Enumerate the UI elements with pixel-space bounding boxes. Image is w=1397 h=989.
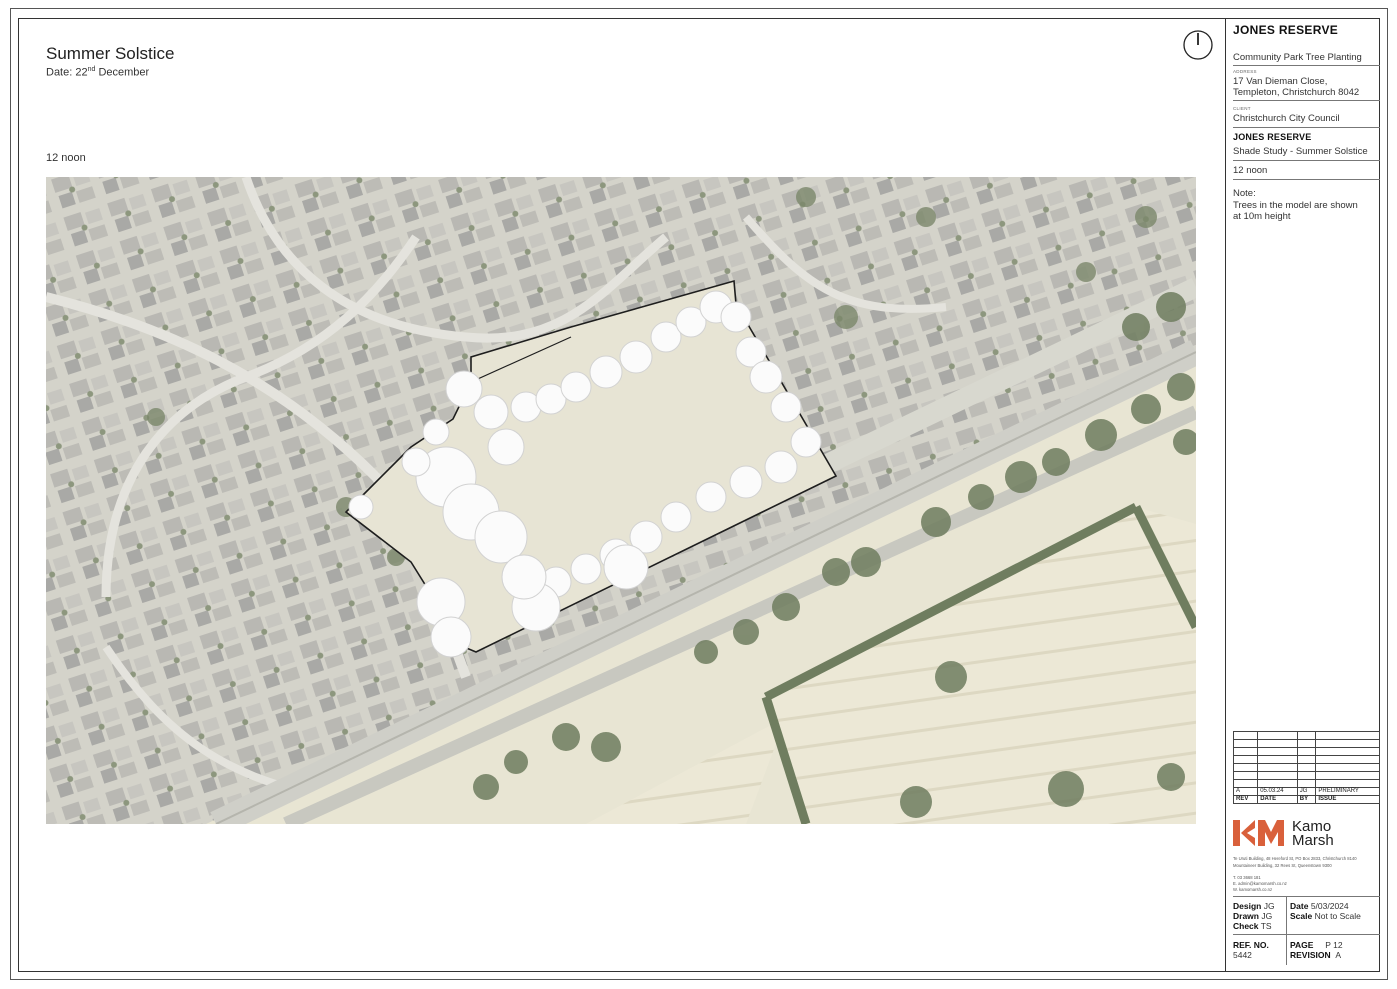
address-line-2: Templeton, Christchurch 8042: [1233, 87, 1360, 98]
revision-field: REVISION A: [1290, 950, 1342, 960]
company-web: W. kamomarsh.co.nz: [1233, 887, 1273, 892]
revision-header-row: REV DATE BY ISSUE: [1232, 795, 1380, 804]
check-field: Check TS: [1233, 921, 1272, 931]
ref-label: REF. NO.: [1233, 940, 1269, 950]
divider: [1286, 897, 1287, 965]
divider: [1233, 127, 1380, 128]
page-field: PAGE P 12: [1290, 940, 1343, 950]
drawn-field: Drawn JG: [1233, 911, 1273, 921]
company-phone: T. 03 3668 181: [1233, 875, 1261, 880]
divider: [1233, 896, 1380, 897]
sheet-project: JONES RESERVE: [1233, 132, 1312, 142]
scale-field: Scale Not to Scale: [1290, 911, 1361, 921]
drawing-date: Date: 22nd December: [46, 66, 150, 79]
revision-row: A 05.03.24 JG PRELIMINARY: [1232, 787, 1380, 796]
company-address-2: Mountaineer Building, 32 Rees St, Queens…: [1233, 863, 1332, 868]
company-address-1: Te Uruti Building, 48 Hereford St, PO Bo…: [1233, 856, 1357, 861]
sheet-title: Shade Study - Summer Solstice: [1233, 146, 1368, 157]
company-email: E. admin@kamomarsh.co.nz: [1233, 881, 1287, 886]
time-label: 12 noon: [46, 152, 86, 164]
company-name: Kamo Marsh: [1292, 818, 1334, 849]
design-field: Design JG: [1233, 901, 1275, 911]
divider: [1233, 934, 1380, 935]
divider: [1233, 160, 1380, 161]
divider: [1233, 65, 1380, 66]
address-line-1: 17 Van Dieman Close,: [1233, 76, 1328, 87]
client-name: Christchurch City Council: [1233, 113, 1340, 124]
divider: [1233, 179, 1380, 180]
address-caption: ADDRESS: [1233, 69, 1257, 74]
project-description: Community Park Tree Planting: [1233, 52, 1362, 63]
note-line-1: Trees in the model are shown: [1233, 200, 1358, 211]
date-field: Date 5/03/2024: [1290, 901, 1349, 911]
title-block-divider: [1225, 18, 1226, 972]
note-label: Note:: [1233, 188, 1256, 199]
project-name: JONES RESERVE: [1233, 23, 1339, 37]
client-caption: CLIENT: [1233, 106, 1251, 111]
north-arrow-icon: [1183, 30, 1213, 60]
sheet-time: 12 noon: [1233, 165, 1268, 176]
kamo-marsh-logo: [1233, 820, 1284, 846]
aerial-shade-map: [46, 177, 1196, 824]
note-line-2: at 10m height: [1233, 211, 1291, 222]
revision-table: A 05.03.24 JG PRELIMINARY REV DATE BY IS…: [1232, 731, 1380, 804]
divider: [1233, 100, 1380, 101]
drawing-title: Summer Solstice: [46, 44, 175, 63]
ref-number: 5442: [1233, 950, 1252, 960]
